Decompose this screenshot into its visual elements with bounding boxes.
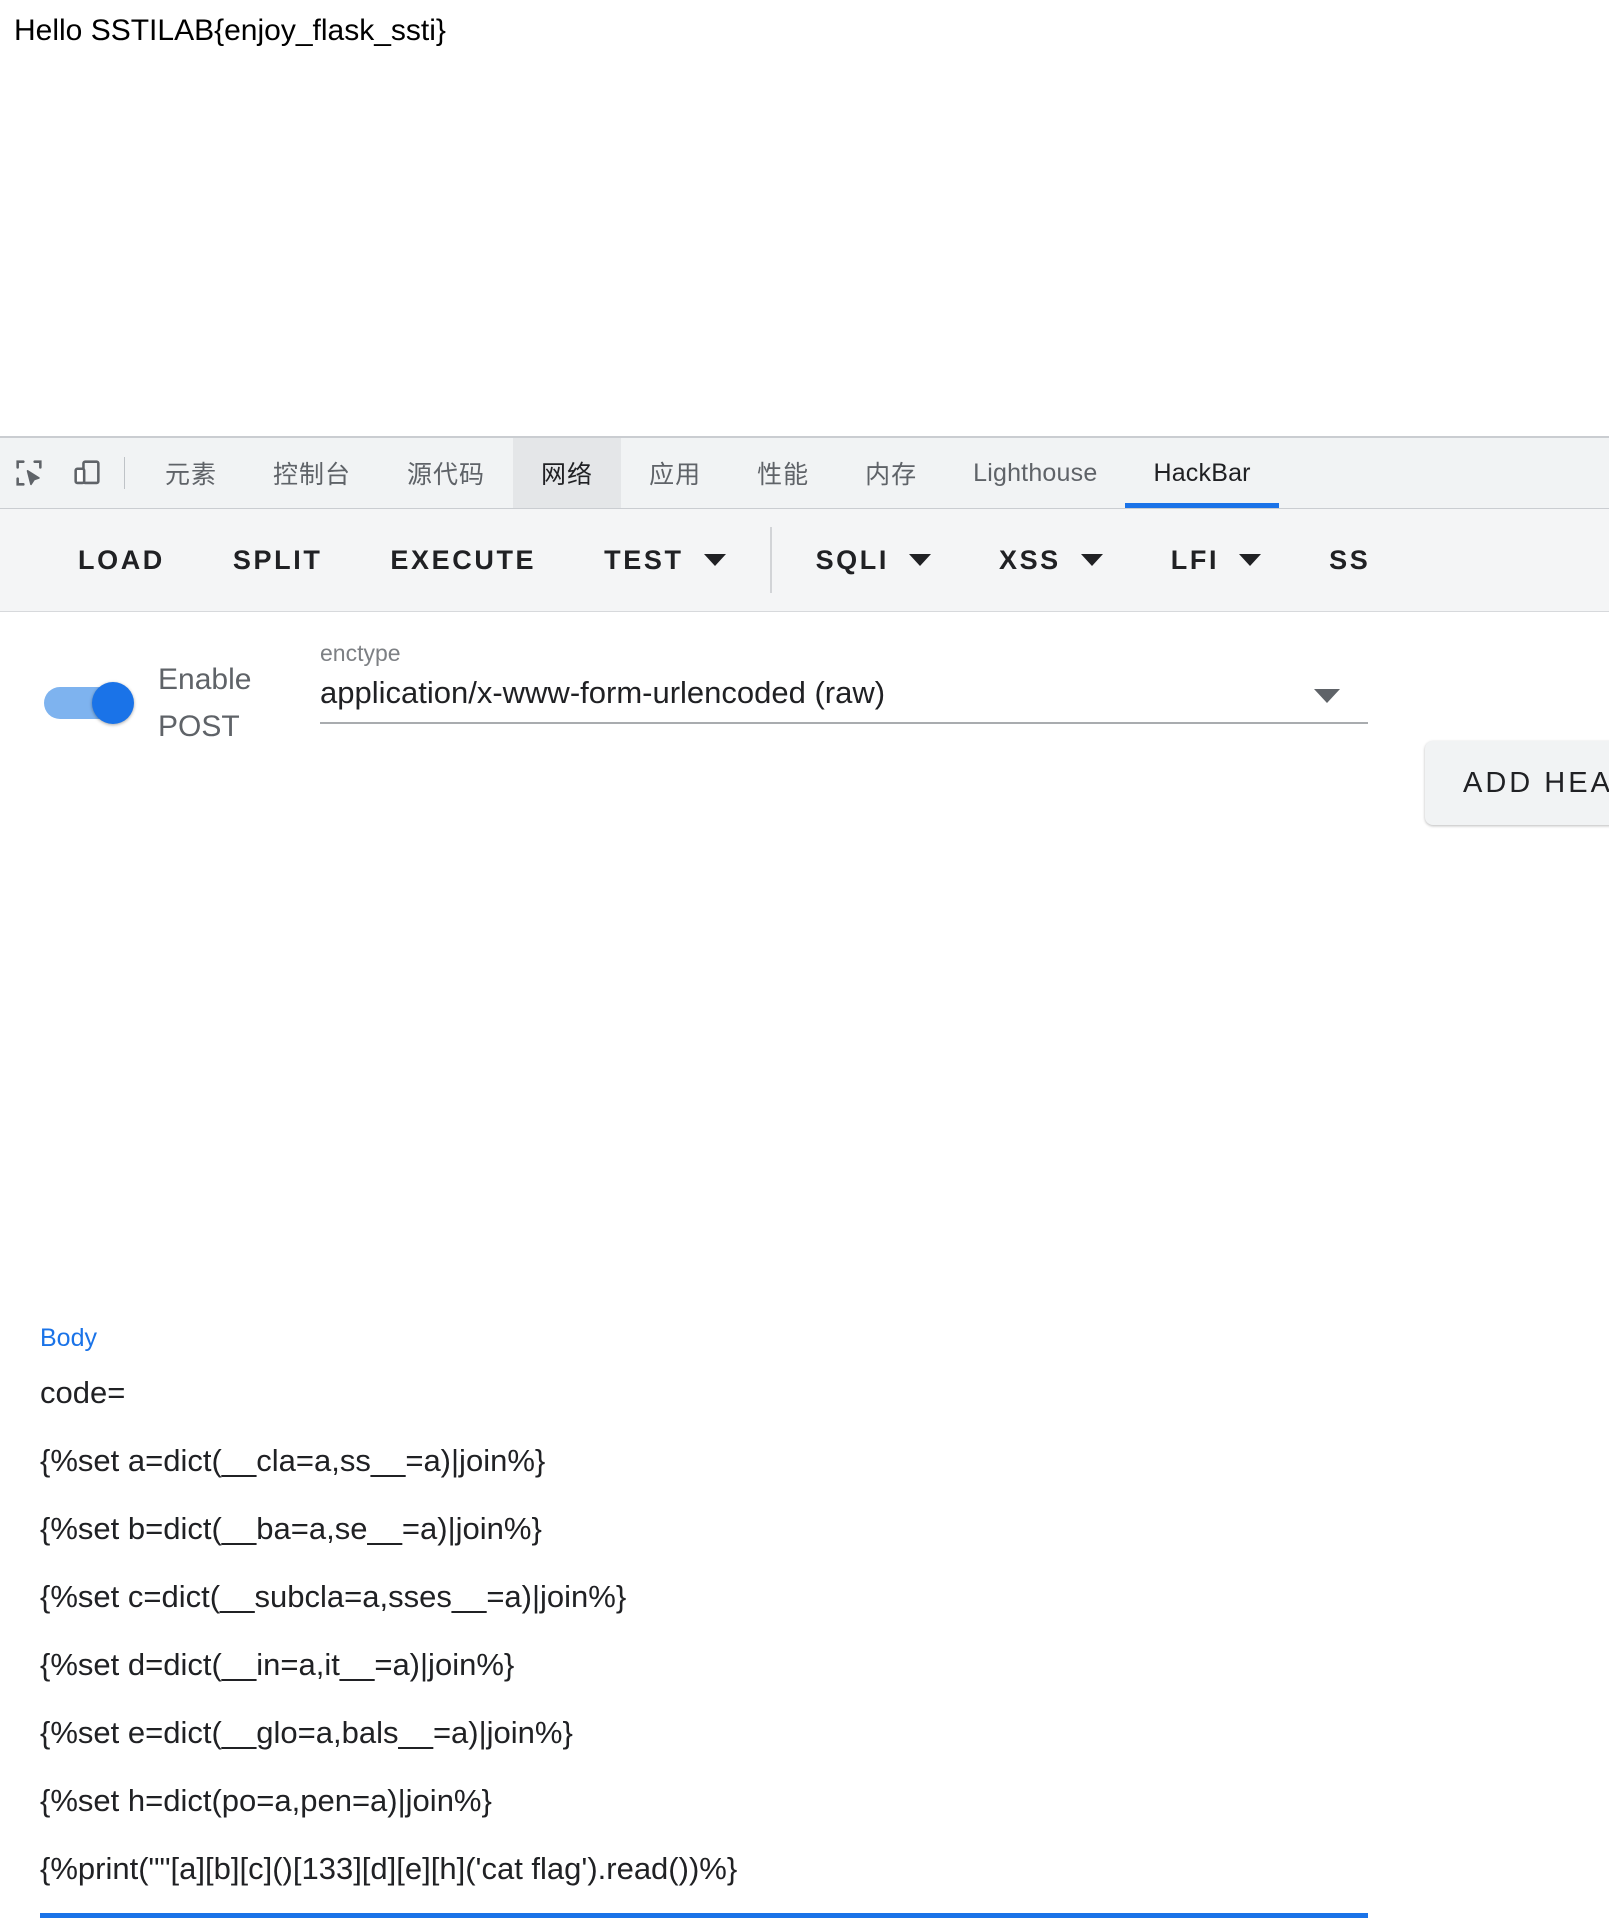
xss-button-label: XSS — [998, 544, 1061, 575]
tab-lighthouse-label: Lighthouse — [973, 458, 1098, 487]
split-button[interactable]: SPLIT — [199, 509, 357, 611]
chevron-down-icon — [703, 554, 726, 566]
enctype-label: enctype — [320, 640, 401, 666]
tab-elements[interactable]: 元素 — [137, 438, 245, 508]
inspect-element-icon[interactable] — [0, 438, 58, 508]
execute-button[interactable]: EXECUTE — [356, 509, 570, 611]
request-config-row: Enable POST enctype application/x-www-fo… — [0, 612, 1609, 792]
tab-memory-label: 内存 — [865, 461, 918, 489]
hackbar-action-toolbar: LOAD SPLIT EXECUTE TEST SQLI XSS LFI SS — [0, 509, 1609, 612]
body-focus-underline — [40, 1913, 1368, 1918]
chevron-down-icon — [1314, 689, 1340, 703]
split-button-label: SPLIT — [232, 544, 323, 575]
sqli-button-label: SQLI — [815, 544, 889, 575]
enctype-selected-value: application/x-www-form-urlencoded (raw) — [320, 675, 886, 710]
hackbar-request-area: Enable POST enctype application/x-www-fo… — [0, 612, 1609, 792]
enable-post-toggle-group[interactable]: Enable POST — [44, 656, 286, 750]
tab-network[interactable]: 网络 — [513, 438, 622, 508]
toolbar-divider — [124, 457, 125, 489]
tab-hackbar[interactable]: HackBar — [1125, 438, 1279, 508]
tab-console[interactable]: 控制台 — [245, 438, 379, 508]
chevron-down-icon — [1239, 554, 1262, 566]
tab-performance-label: 性能 — [757, 461, 810, 489]
test-dropdown-button[interactable]: TEST — [570, 509, 759, 611]
enctype-select[interactable]: application/x-www-form-urlencoded (raw) — [320, 675, 1368, 724]
body-field: Body code= {%set a=dict(__cla=a,ss__=a)|… — [40, 1324, 1368, 1918]
rendered-page-content: Hello SSTILAB{enjoy_flask_ssti} — [0, 0, 1609, 436]
chevron-down-icon — [1080, 554, 1103, 566]
device-toolbar-icon[interactable] — [58, 438, 116, 508]
tab-elements-label: 元素 — [165, 461, 218, 489]
ssti-dropdown-button[interactable]: SS — [1295, 509, 1404, 611]
ssti-button-label: SS — [1329, 544, 1371, 575]
execute-button-label: EXECUTE — [390, 544, 537, 575]
add-header-button[interactable]: ADD HEADER — [1425, 741, 1609, 825]
tab-sources[interactable]: 源代码 — [379, 438, 513, 508]
tab-memory[interactable]: 内存 — [837, 438, 945, 508]
enctype-field: enctype application/x-www-form-urlencode… — [320, 640, 1368, 724]
body-textarea[interactable]: code= {%set a=dict(__cla=a,ss__=a)|join%… — [40, 1359, 1368, 1913]
toolbar-group-divider — [769, 527, 772, 593]
enable-post-label: Enable POST — [158, 663, 252, 743]
lfi-dropdown-button[interactable]: LFI — [1137, 509, 1295, 611]
tab-lighthouse[interactable]: Lighthouse — [945, 438, 1125, 508]
tab-performance[interactable]: 性能 — [729, 438, 837, 508]
load-button-label: LOAD — [78, 544, 165, 575]
switch-knob — [92, 682, 134, 724]
xss-dropdown-button[interactable]: XSS — [965, 509, 1137, 611]
page-flag-text: Hello SSTILAB{enjoy_flask_ssti} — [14, 14, 446, 47]
load-button[interactable]: LOAD — [0, 509, 199, 611]
tab-sources-label: 源代码 — [407, 461, 486, 489]
sqli-dropdown-button[interactable]: SQLI — [782, 509, 965, 611]
lfi-button-label: LFI — [1170, 544, 1220, 575]
tab-console-label: 控制台 — [273, 461, 352, 489]
chevron-down-icon — [908, 554, 931, 566]
devtools-tabstrip: 元素 控制台 源代码 网络 应用 性能 内存 Lighthouse HackBa… — [0, 438, 1609, 509]
devtools-panel: 元素 控制台 源代码 网络 应用 性能 内存 Lighthouse HackBa… — [0, 436, 1609, 1918]
tab-application[interactable]: 应用 — [621, 438, 729, 508]
tab-network-label: 网络 — [541, 461, 594, 489]
enable-post-switch[interactable] — [44, 682, 136, 724]
tab-application-label: 应用 — [649, 461, 702, 489]
body-label: Body — [40, 1324, 97, 1352]
test-button-label: TEST — [604, 544, 684, 575]
tab-hackbar-label: HackBar — [1153, 458, 1251, 487]
